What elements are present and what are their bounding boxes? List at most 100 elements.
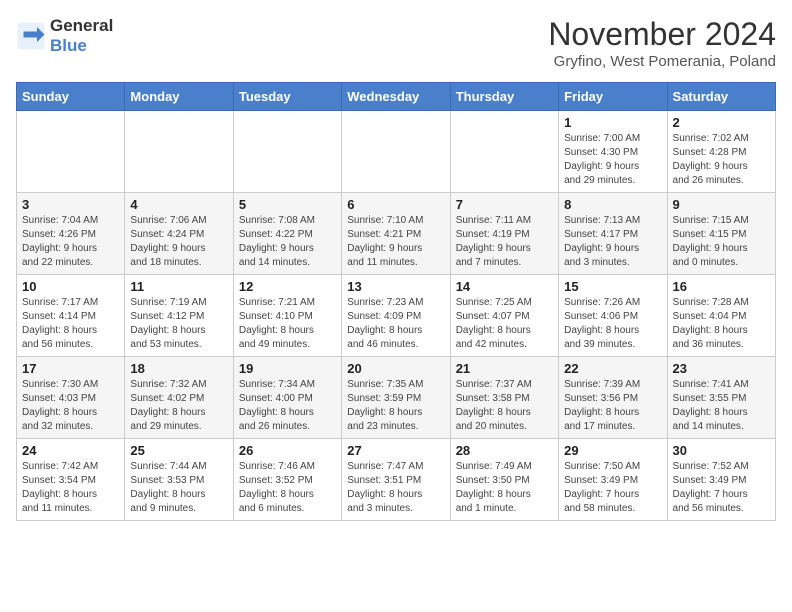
calendar-day-cell: 8 Sunrise: 7:13 AM Sunset: 4:17 PM Daylig…	[559, 193, 667, 275]
page-header: General Blue November 2024 Gryfino, West…	[16, 16, 776, 70]
calendar-day-cell: 25Sunrise: 7:44 AM Sunset: 3:53 PM Dayli…	[125, 439, 233, 521]
calendar-day-cell	[450, 111, 558, 193]
day-number: 23	[673, 361, 770, 376]
calendar-day-cell: 29Sunrise: 7:50 AM Sunset: 3:49 PM Dayli…	[559, 439, 667, 521]
calendar-header-cell: Tuesday	[233, 83, 341, 111]
calendar-day-cell	[125, 111, 233, 193]
day-info: Sunrise: 7:23 AM Sunset: 4:09 PM Dayligh…	[347, 296, 444, 352]
day-info: Sunrise: 7:39 AM Sunset: 3:56 PM Dayligh…	[564, 378, 661, 434]
day-number: 5	[239, 197, 336, 212]
calendar-day-cell: 15 Sunrise: 7:26 AM Sunset: 4:06 PM Dayli…	[559, 275, 667, 357]
day-info: Sunrise: 7:32 AM Sunset: 4:02 PM Dayligh…	[130, 378, 227, 434]
calendar-day-cell: 23 Sunrise: 7:41 AM Sunset: 3:55 PM Dayli…	[667, 357, 775, 439]
day-info: Sunrise: 7:08 AM Sunset: 4:22 PM Dayligh…	[239, 214, 336, 270]
calendar-header-cell: Saturday	[667, 83, 775, 111]
day-number: 26	[239, 443, 336, 458]
day-info: Sunrise: 7:35 AM Sunset: 3:59 PM Dayligh…	[347, 378, 444, 434]
day-info: Sunrise: 7:30 AM Sunset: 4:03 PM Dayligh…	[22, 378, 119, 434]
day-number: 3	[22, 197, 119, 212]
day-info: Sunrise: 7:15 AM Sunset: 4:15 PM Dayligh…	[673, 214, 770, 270]
day-number: 4	[130, 197, 227, 212]
calendar-day-cell: 24Sunrise: 7:42 AM Sunset: 3:54 PM Dayli…	[17, 439, 125, 521]
calendar-day-cell: 17Sunrise: 7:30 AM Sunset: 4:03 PM Dayli…	[17, 357, 125, 439]
day-number: 22	[564, 361, 661, 376]
day-number: 13	[347, 279, 444, 294]
calendar-day-cell: 21Sunrise: 7:37 AM Sunset: 3:58 PM Dayli…	[450, 357, 558, 439]
day-info: Sunrise: 7:25 AM Sunset: 4:07 PM Dayligh…	[456, 296, 553, 352]
calendar-week-row: 1 Sunrise: 7:00 AM Sunset: 4:30 PM Daylig…	[17, 111, 776, 193]
calendar-day-cell: 4 Sunrise: 7:06 AM Sunset: 4:24 PM Daylig…	[125, 193, 233, 275]
calendar-day-cell: 2 Sunrise: 7:02 AM Sunset: 4:28 PM Daylig…	[667, 111, 775, 193]
day-number: 19	[239, 361, 336, 376]
calendar-body: 1 Sunrise: 7:00 AM Sunset: 4:30 PM Daylig…	[17, 111, 776, 521]
calendar-week-row: 3 Sunrise: 7:04 AM Sunset: 4:26 PM Daylig…	[17, 193, 776, 275]
day-info: Sunrise: 7:19 AM Sunset: 4:12 PM Dayligh…	[130, 296, 227, 352]
calendar-day-cell: 20 Sunrise: 7:35 AM Sunset: 3:59 PM Dayli…	[342, 357, 450, 439]
calendar-day-cell: 18 Sunrise: 7:32 AM Sunset: 4:02 PM Dayli…	[125, 357, 233, 439]
day-info: Sunrise: 7:00 AM Sunset: 4:30 PM Dayligh…	[564, 132, 661, 188]
day-number: 30	[673, 443, 770, 458]
day-info: Sunrise: 7:06 AM Sunset: 4:24 PM Dayligh…	[130, 214, 227, 270]
calendar-day-cell: 26 Sunrise: 7:46 AM Sunset: 3:52 PM Dayli…	[233, 439, 341, 521]
calendar-day-cell: 30Sunrise: 7:52 AM Sunset: 3:49 PM Dayli…	[667, 439, 775, 521]
day-info: Sunrise: 7:49 AM Sunset: 3:50 PM Dayligh…	[456, 460, 553, 516]
day-info: Sunrise: 7:47 AM Sunset: 3:51 PM Dayligh…	[347, 460, 444, 516]
calendar-day-cell: 28 Sunrise: 7:49 AM Sunset: 3:50 PM Dayli…	[450, 439, 558, 521]
calendar-day-cell	[342, 111, 450, 193]
day-number: 8	[564, 197, 661, 212]
day-info: Sunrise: 7:44 AM Sunset: 3:53 PM Dayligh…	[130, 460, 227, 516]
calendar-header-cell: Wednesday	[342, 83, 450, 111]
calendar-day-cell: 5 Sunrise: 7:08 AM Sunset: 4:22 PM Daylig…	[233, 193, 341, 275]
title-block: November 2024 Gryfino, West Pomerania, P…	[548, 16, 776, 70]
day-number: 14	[456, 279, 553, 294]
day-info: Sunrise: 7:42 AM Sunset: 3:54 PM Dayligh…	[22, 460, 119, 516]
day-info: Sunrise: 7:17 AM Sunset: 4:14 PM Dayligh…	[22, 296, 119, 352]
day-number: 9	[673, 197, 770, 212]
day-info: Sunrise: 7:21 AM Sunset: 4:10 PM Dayligh…	[239, 296, 336, 352]
calendar-day-cell: 27Sunrise: 7:47 AM Sunset: 3:51 PM Dayli…	[342, 439, 450, 521]
calendar-day-cell: 11 Sunrise: 7:19 AM Sunset: 4:12 PM Dayli…	[125, 275, 233, 357]
calendar-table: SundayMondayTuesdayWednesdayThursdayFrid…	[16, 82, 776, 521]
calendar-day-cell: 14 Sunrise: 7:25 AM Sunset: 4:07 PM Dayli…	[450, 275, 558, 357]
day-info: Sunrise: 7:50 AM Sunset: 3:49 PM Dayligh…	[564, 460, 661, 516]
day-info: Sunrise: 7:28 AM Sunset: 4:04 PM Dayligh…	[673, 296, 770, 352]
day-number: 15	[564, 279, 661, 294]
day-number: 18	[130, 361, 227, 376]
month-year: November 2024	[548, 16, 776, 53]
calendar-day-cell: 9 Sunrise: 7:15 AM Sunset: 4:15 PM Daylig…	[667, 193, 775, 275]
calendar-header-cell: Thursday	[450, 83, 558, 111]
calendar-week-row: 10 Sunrise: 7:17 AM Sunset: 4:14 PM Dayli…	[17, 275, 776, 357]
day-number: 11	[130, 279, 227, 294]
day-number: 2	[673, 115, 770, 130]
day-number: 6	[347, 197, 444, 212]
calendar-day-cell: 13 Sunrise: 7:23 AM Sunset: 4:09 PM Dayli…	[342, 275, 450, 357]
calendar-day-cell: 19 Sunrise: 7:34 AM Sunset: 4:00 PM Dayli…	[233, 357, 341, 439]
calendar-week-row: 24Sunrise: 7:42 AM Sunset: 3:54 PM Dayli…	[17, 439, 776, 521]
logo-text: General Blue	[50, 16, 113, 56]
day-number: 1	[564, 115, 661, 130]
day-info: Sunrise: 7:04 AM Sunset: 4:26 PM Dayligh…	[22, 214, 119, 270]
calendar-day-cell	[17, 111, 125, 193]
calendar-day-cell	[233, 111, 341, 193]
calendar-day-cell: 7 Sunrise: 7:11 AM Sunset: 4:19 PM Daylig…	[450, 193, 558, 275]
calendar-header-cell: Sunday	[17, 83, 125, 111]
day-info: Sunrise: 7:02 AM Sunset: 4:28 PM Dayligh…	[673, 132, 770, 188]
day-info: Sunrise: 7:26 AM Sunset: 4:06 PM Dayligh…	[564, 296, 661, 352]
day-info: Sunrise: 7:41 AM Sunset: 3:55 PM Dayligh…	[673, 378, 770, 434]
day-number: 12	[239, 279, 336, 294]
day-info: Sunrise: 7:46 AM Sunset: 3:52 PM Dayligh…	[239, 460, 336, 516]
day-number: 7	[456, 197, 553, 212]
day-number: 28	[456, 443, 553, 458]
day-info: Sunrise: 7:34 AM Sunset: 4:00 PM Dayligh…	[239, 378, 336, 434]
day-number: 21	[456, 361, 553, 376]
day-info: Sunrise: 7:13 AM Sunset: 4:17 PM Dayligh…	[564, 214, 661, 270]
day-number: 10	[22, 279, 119, 294]
calendar-day-cell: 12 Sunrise: 7:21 AM Sunset: 4:10 PM Dayli…	[233, 275, 341, 357]
calendar-header-cell: Friday	[559, 83, 667, 111]
day-info: Sunrise: 7:11 AM Sunset: 4:19 PM Dayligh…	[456, 214, 553, 270]
calendar-day-cell: 22 Sunrise: 7:39 AM Sunset: 3:56 PM Dayli…	[559, 357, 667, 439]
day-number: 16	[673, 279, 770, 294]
calendar-day-cell: 1 Sunrise: 7:00 AM Sunset: 4:30 PM Daylig…	[559, 111, 667, 193]
logo: General Blue	[16, 16, 113, 56]
day-number: 20	[347, 361, 444, 376]
